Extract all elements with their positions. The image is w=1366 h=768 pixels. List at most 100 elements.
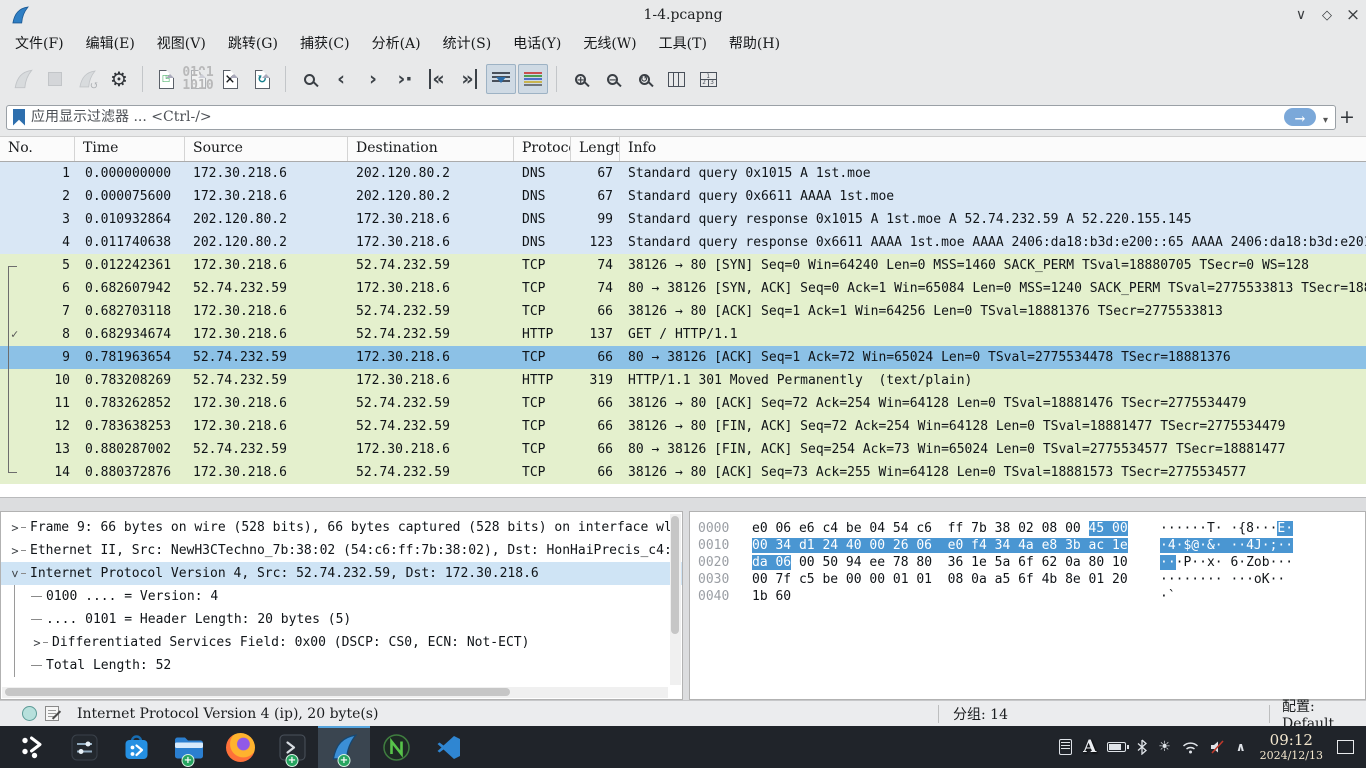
detail-horizontal-scrollbar[interactable] — [2, 687, 668, 698]
hex-row-0040[interactable]: 00401b 60·` — [698, 588, 1365, 605]
menu-wireless[interactable]: 无线(W) — [572, 31, 647, 55]
expander-closed-icon[interactable]: > — [31, 636, 43, 650]
column-header-destination[interactable]: Destination — [348, 137, 514, 161]
column-header-protocol[interactable]: Protocol — [514, 137, 571, 161]
open-file-button[interactable]: ◳ — [151, 64, 181, 94]
packet-row-8[interactable]: 80.682934674172.30.218.652.74.232.59HTTP… — [0, 323, 1366, 346]
brightness-icon[interactable]: ☀ — [1158, 740, 1171, 754]
input-method-icon[interactable]: A — [1083, 739, 1096, 756]
menu-go[interactable]: 跳转(G) — [217, 31, 289, 55]
auto-scroll-button[interactable] — [486, 64, 516, 94]
hex-row-0030[interactable]: 003000 7f c5 be 00 00 01 01 08 0a a5 6f … — [698, 571, 1365, 588]
taskbar-app-store[interactable] — [110, 726, 162, 768]
detail-line-1[interactable]: >Ethernet II, Src: NewH3CTechno_7b:38:02… — [1, 539, 682, 562]
packet-row-14[interactable]: 140.880372876172.30.218.652.74.232.59TCP… — [0, 461, 1366, 484]
detail-line-4[interactable]: .... 0101 = Header Length: 20 bytes (5) — [1, 608, 682, 631]
taskbar-settings[interactable] — [58, 726, 110, 768]
expert-info-icon[interactable] — [22, 706, 37, 721]
hex-row-0010[interactable]: 001000 34 d1 24 40 00 26 06 e0 f4 34 4a … — [698, 537, 1365, 554]
taskbar-file-manager[interactable]: + — [162, 726, 214, 768]
packet-row-5[interactable]: 50.012242361172.30.218.652.74.232.59TCP7… — [0, 254, 1366, 277]
taskbar-firefox[interactable] — [214, 726, 266, 768]
go-last-button[interactable]: » — [454, 64, 484, 94]
menu-capture[interactable]: 捕获(C) — [289, 31, 361, 55]
menu-statistics[interactable]: 统计(S) — [432, 31, 503, 55]
close-file-button[interactable]: × — [215, 64, 245, 94]
scrollbar-thumb[interactable] — [671, 516, 679, 634]
detail-line-0[interactable]: >Frame 9: 66 bytes on wire (528 bits), 6… — [1, 516, 682, 539]
expander-closed-icon[interactable]: > — [9, 544, 21, 558]
menu-help[interactable]: 帮助(H) — [718, 31, 791, 55]
packet-row-2[interactable]: 20.000075600172.30.218.6202.120.80.2DNS6… — [0, 185, 1366, 208]
taskbar-terminal[interactable]: + — [266, 726, 318, 768]
zoom-reset-button[interactable]: ↺ — [629, 64, 659, 94]
bookmark-icon[interactable] — [13, 109, 25, 126]
clipboard-icon[interactable] — [1059, 739, 1072, 755]
packet-row-4[interactable]: 40.011740638202.120.80.2172.30.218.6DNS1… — [0, 231, 1366, 254]
menu-tools[interactable]: 工具(T) — [648, 31, 718, 55]
hex-row-0000[interactable]: 0000e0 06 e6 c4 be 04 54 c6 ff 7b 38 02 … — [698, 520, 1365, 537]
go-to-packet-button[interactable]: ›· — [390, 64, 420, 94]
packet-row-9[interactable]: 90.78196365452.74.232.59172.30.218.6TCP6… — [0, 346, 1366, 369]
restart-capture-button[interactable]: ↺ — [72, 64, 102, 94]
column-header-length[interactable]: Length — [571, 137, 620, 161]
hex-row-0020[interactable]: 0020da 06 00 50 94 ee 78 80 36 1e 5a 6f … — [698, 554, 1365, 571]
taskbar-neovim[interactable] — [370, 726, 422, 768]
packet-row-6[interactable]: 60.68260794252.74.232.59172.30.218.6TCP7… — [0, 277, 1366, 300]
packet-row-13[interactable]: 130.88028700252.74.232.59172.30.218.6TCP… — [0, 438, 1366, 461]
zoom-out-button[interactable]: − — [597, 64, 627, 94]
zoom-in-button[interactable]: + — [565, 64, 595, 94]
column-header-source[interactable]: Source — [185, 137, 348, 161]
expander-closed-icon[interactable]: > — [9, 521, 21, 535]
menu-edit[interactable]: 编辑(E) — [75, 31, 146, 55]
packet-row-7[interactable]: 70.682703118172.30.218.652.74.232.59TCP6… — [0, 300, 1366, 323]
detail-vertical-scrollbar[interactable] — [670, 514, 681, 685]
filter-input[interactable] — [31, 109, 1284, 125]
maximize-button[interactable] — [1314, 2, 1340, 28]
detail-line-6[interactable]: Total Length: 52 — [1, 654, 682, 677]
capture-comment-icon[interactable] — [45, 706, 59, 721]
packet-row-10[interactable]: 100.78320826952.74.232.59172.30.218.6HTT… — [0, 369, 1366, 392]
layout-pages-button[interactable]: 123 — [693, 64, 723, 94]
column-header-time[interactable]: Time — [75, 137, 185, 161]
reload-file-button[interactable]: ↻ — [247, 64, 277, 94]
scrollbar-thumb[interactable] — [5, 688, 510, 696]
taskbar-clock[interactable]: 09:12 2024/12/13 — [1260, 733, 1323, 761]
taskbar-wireshark[interactable]: + — [318, 726, 370, 768]
menu-telephony[interactable]: 电话(Y) — [502, 31, 572, 55]
stop-capture-button[interactable] — [40, 64, 70, 94]
detail-line-2[interactable]: >Internet Protocol Version 4, Src: 52.74… — [1, 562, 682, 585]
capture-options-button[interactable]: ⚙ — [104, 64, 134, 94]
go-forward-button[interactable]: › — [358, 64, 388, 94]
filter-dropdown-icon[interactable] — [1320, 108, 1331, 127]
volume-muted-icon[interactable] — [1210, 740, 1225, 754]
close-button[interactable] — [1340, 2, 1366, 28]
save-file-button[interactable]: 01011010 — [183, 64, 213, 94]
packet-row-11[interactable]: 110.783262852172.30.218.652.74.232.59TCP… — [0, 392, 1366, 415]
expander-open-icon[interactable]: > — [8, 568, 22, 580]
column-header-no[interactable]: No. — [0, 137, 75, 161]
menu-view[interactable]: 视图(V) — [146, 31, 217, 55]
minimize-button[interactable] — [1288, 2, 1314, 28]
wifi-icon[interactable] — [1182, 741, 1199, 754]
apply-filter-button[interactable] — [1284, 108, 1316, 126]
taskbar-vscode[interactable] — [422, 726, 474, 768]
find-packet-button[interactable] — [294, 64, 324, 94]
show-desktop-button[interactable] — [1337, 740, 1354, 754]
go-back-button[interactable]: ‹ — [326, 64, 356, 94]
packet-row-12[interactable]: 120.783638253172.30.218.652.74.232.59TCP… — [0, 415, 1366, 438]
column-header-info[interactable]: Info — [620, 137, 1366, 161]
go-first-button[interactable]: « — [422, 64, 452, 94]
add-filter-button[interactable] — [1336, 106, 1358, 128]
resize-columns-button[interactable] — [661, 64, 691, 94]
start-capture-button[interactable] — [8, 64, 38, 94]
packet-row-3[interactable]: 30.010932864202.120.80.2172.30.218.6DNS9… — [0, 208, 1366, 231]
detail-line-3[interactable]: 0100 .... = Version: 4 — [1, 585, 682, 608]
taskbar-launcher[interactable] — [6, 726, 58, 768]
menu-file[interactable]: 文件(F) — [4, 31, 75, 55]
packet-row-1[interactable]: 10.000000000172.30.218.6202.120.80.2DNS6… — [0, 162, 1366, 185]
bluetooth-icon[interactable] — [1137, 739, 1147, 755]
battery-icon[interactable] — [1107, 742, 1126, 752]
detail-line-5[interactable]: >Differentiated Services Field: 0x00 (DS… — [1, 631, 682, 654]
pane-splitter[interactable] — [0, 497, 1366, 511]
